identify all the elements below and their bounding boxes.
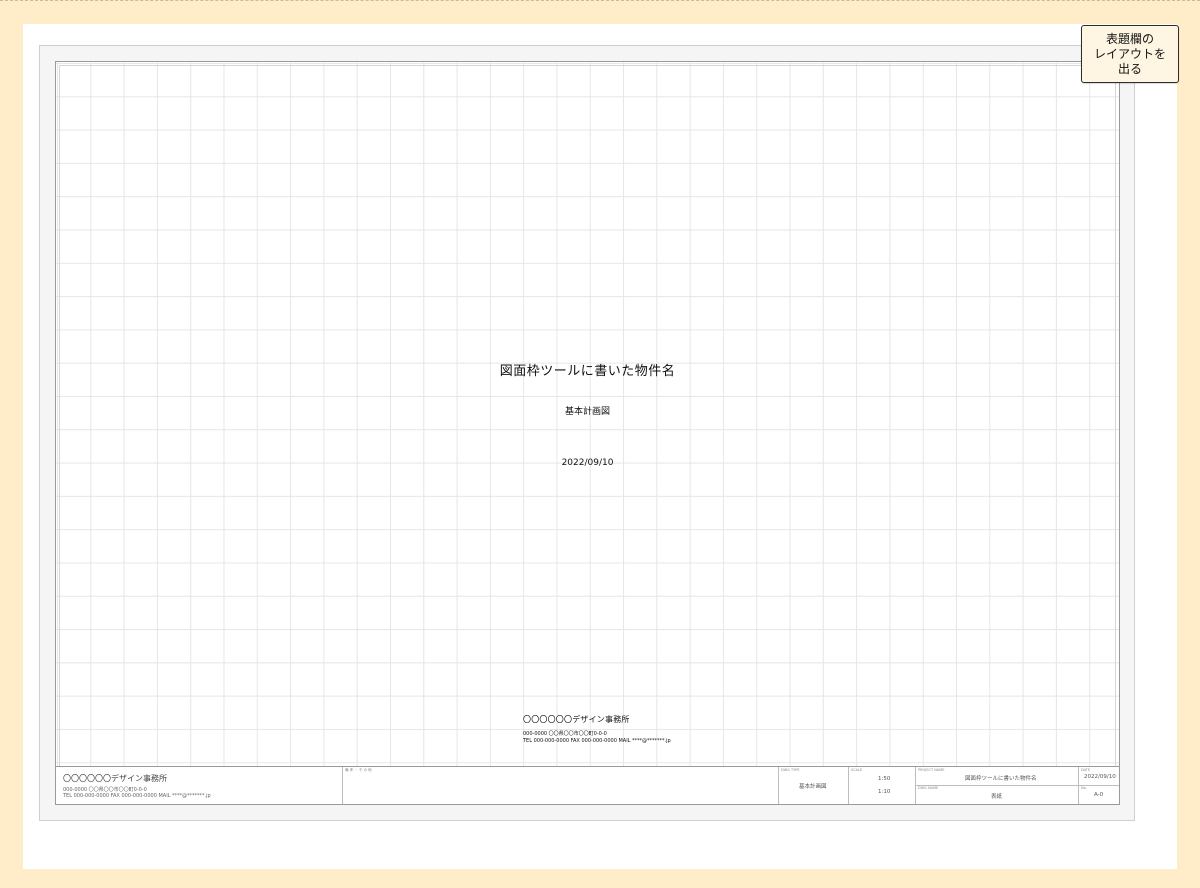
dwg-type-label: DWG TYPE xyxy=(781,768,800,772)
scale-label: SCALE xyxy=(851,768,863,772)
app-background: 図面枠ツールに書いた物件名 基本計画図 2022/09/10 〇〇〇〇〇〇デザイ… xyxy=(0,0,1200,888)
drawing-sheet: 図面枠ツールに書いた物件名 基本計画図 2022/09/10 〇〇〇〇〇〇デザイ… xyxy=(55,61,1120,805)
project-cell-divider xyxy=(916,785,1078,786)
scale-value-2: 1:10 xyxy=(878,789,891,795)
project-title: 図面枠ツールに書いた物件名 xyxy=(499,364,676,379)
dwg-name-label: DWG NAME xyxy=(918,786,939,790)
title-block-dwg-type-cell: DWG TYPE 基本計画図 xyxy=(779,767,849,804)
title-block-notes-cell: 備 考 ・ そ の 他 xyxy=(343,767,779,804)
date-label: DATE xyxy=(1081,768,1091,772)
sheet-inner-border xyxy=(59,65,1116,801)
office-address-line1: 000-0000 〇〇県〇〇市〇〇町0-0-0 xyxy=(523,731,607,737)
project-name-label: PROJECT NAME xyxy=(918,768,945,772)
office-address-line2: TEL 000-000-0000 FAX 000-000-0000 MAIL *… xyxy=(523,738,671,744)
title-block-project-cell: PROJECT NAME 図面枠ツールに書いた物件名 DWG NAME 表紙 xyxy=(916,767,1079,804)
project-name-value: 図面枠ツールに書いた物件名 xyxy=(965,776,1037,782)
title-block-office-name: 〇〇〇〇〇〇デザイン事務所 xyxy=(63,774,167,783)
title-block-address-line2: TEL 000-000-0000 FAX 000-000-0000 MAIL *… xyxy=(63,793,211,799)
title-block-scale-cell: SCALE 1:50 1:10 xyxy=(849,767,916,804)
title-block-date-cell: DATE 2022/09/10 No. A-0 xyxy=(1079,767,1119,804)
no-label: No. xyxy=(1081,786,1087,790)
title-block-office-cell: 〇〇〇〇〇〇デザイン事務所 000-0000 〇〇県〇〇市〇〇町0-0-0 TE… xyxy=(56,767,343,804)
notes-label: 備 考 ・ そ の 他 xyxy=(345,768,372,772)
office-address: 000-0000 〇〇県〇〇市〇〇町0-0-0 TEL 000-000-0000… xyxy=(523,731,723,745)
layout-button-line1: 表題欄の xyxy=(1105,31,1154,46)
date-value: 2022/09/10 xyxy=(1084,774,1116,780)
title-block-office-address: 000-0000 〇〇県〇〇市〇〇町0-0-0 TEL 000-000-0000… xyxy=(63,787,211,799)
drawing-date: 2022/09/10 xyxy=(561,458,614,468)
title-block-layout-button[interactable]: 表題欄の レイアウトを 出る xyxy=(1081,25,1179,83)
top-dashed-divider xyxy=(0,0,1200,1)
layout-button-line3: 出る xyxy=(1117,61,1142,76)
drawing-name: 基本計画図 xyxy=(564,407,610,417)
dwg-type-value: 基本計画図 xyxy=(799,784,827,790)
office-info: 〇〇〇〇〇〇デザイン事務所 000-0000 〇〇県〇〇市〇〇町0-0-0 TE… xyxy=(523,714,723,745)
dwg-name-value: 表紙 xyxy=(991,794,1003,800)
title-block: 〇〇〇〇〇〇デザイン事務所 000-0000 〇〇県〇〇市〇〇町0-0-0 TE… xyxy=(56,766,1119,804)
layout-button-line2: レイアウトを xyxy=(1093,46,1166,61)
office-name: 〇〇〇〇〇〇デザイン事務所 xyxy=(523,715,630,724)
no-value: A-0 xyxy=(1094,792,1104,798)
scale-value-1: 1:50 xyxy=(878,776,891,782)
